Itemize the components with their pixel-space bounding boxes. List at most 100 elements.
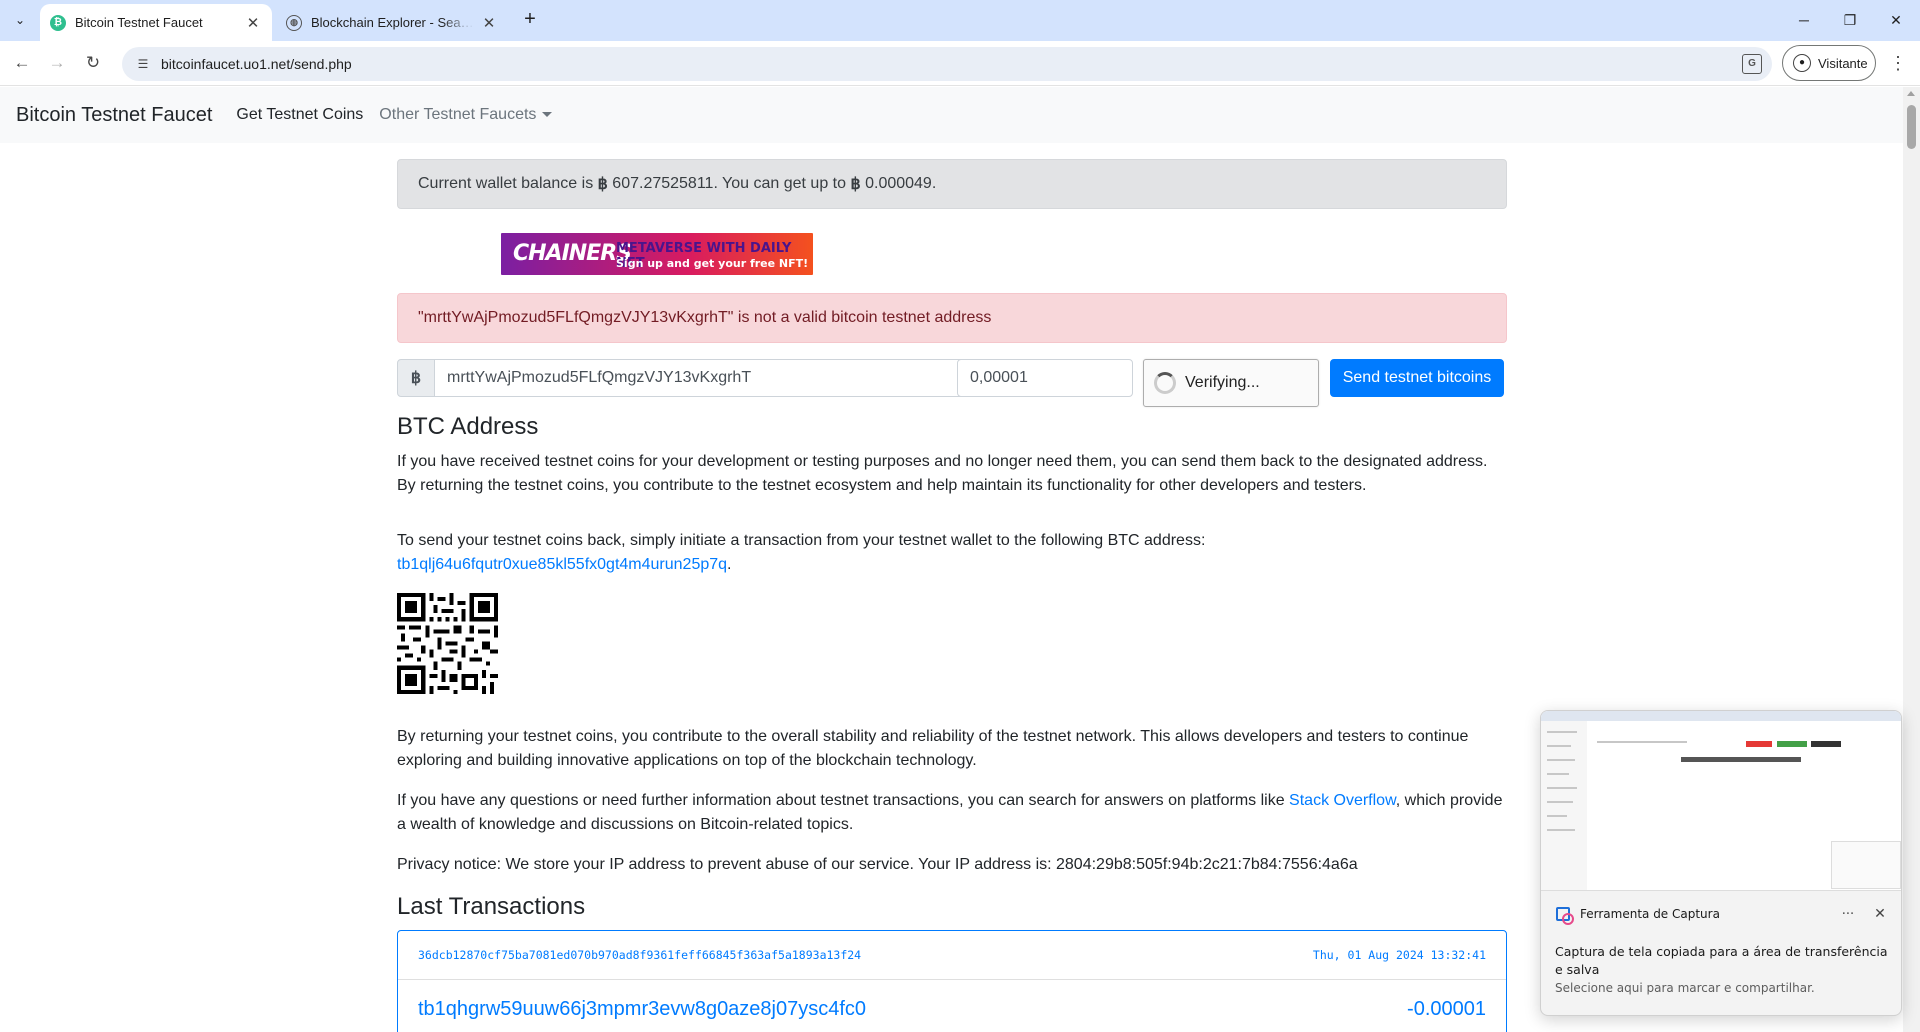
- banner-logo: CHAINERS: [513, 241, 632, 266]
- tab-title: Bitcoin Testnet Faucet: [75, 15, 203, 30]
- browser-toolbar: ← → ↻ ☰ bitcoinfaucet.uo1.net/send.php G…: [0, 41, 1920, 86]
- minimize-icon[interactable]: ─: [1790, 8, 1818, 32]
- btc-address-heading: BTC Address: [397, 413, 539, 440]
- thumbnail-line: [1547, 759, 1575, 761]
- tab-blockchain-explorer[interactable]: ◍ Blockchain Explorer - Search the ✕: [276, 4, 508, 41]
- privacy-notice: Privacy notice: We store your IP address…: [397, 855, 1358, 873]
- balance-prefix: Current wallet balance is: [418, 175, 594, 192]
- browser-tab-strip: ⌄ ₿ Bitcoin Testnet Faucet ✕ ◍ Blockchai…: [0, 0, 1920, 41]
- bitcoin-symbol-icon: ฿: [850, 176, 861, 193]
- translate-icon[interactable]: G: [1742, 54, 1762, 74]
- tab-title: Blockchain Explorer - Search the: [311, 15, 474, 30]
- avatar-icon: ●: [1793, 54, 1811, 72]
- close-tab-icon[interactable]: ✕: [480, 14, 498, 32]
- main-content: Current wallet balance is ฿ 607.27525811…: [397, 159, 1507, 1032]
- toast-header: Ferramenta de Captura ··· ✕: [1555, 903, 1889, 925]
- globe-icon: ◍: [286, 14, 302, 31]
- close-icon[interactable]: ✕: [1871, 906, 1889, 922]
- send-form: ฿ Verifying... Send testnet bitcoins: [397, 359, 1507, 407]
- thumbnail-line: [1547, 829, 1575, 831]
- balance-alert: Current wallet balance is ฿ 607.27525811…: [397, 159, 1507, 209]
- balance-suffix: .: [931, 175, 937, 192]
- thumbnail-inset: [1831, 841, 1901, 889]
- last-transactions-heading: Last Transactions: [397, 892, 586, 920]
- back-arrow-icon[interactable]: ←: [9, 50, 35, 76]
- thumbnail-green-button: [1777, 741, 1807, 747]
- ad-banner[interactable]: CHAINERS METAVERSE WITH DAILY NFT Sign u…: [501, 233, 813, 275]
- tab-bitcoin-faucet[interactable]: ₿ Bitcoin Testnet Faucet ✕: [40, 4, 272, 41]
- close-tab-icon[interactable]: ✕: [244, 14, 262, 32]
- nav-other-faucets-dropdown[interactable]: Other Testnet Faucets: [379, 106, 553, 124]
- profile-label: Visitante: [1818, 55, 1868, 71]
- transaction-amount: -0.00001: [1407, 998, 1486, 1021]
- window-close-icon[interactable]: ✕: [1882, 8, 1910, 32]
- forward-arrow-icon[interactable]: →: [44, 50, 70, 76]
- address-bar[interactable]: ☰ bitcoinfaucet.uo1.net/send.php G: [122, 47, 1772, 81]
- toast-message: Captura de tela copiada para a área de t…: [1555, 944, 1888, 977]
- tab-search-chevron-icon[interactable]: ⌄: [8, 8, 32, 32]
- return-coins-paragraph: If you have received testnet coins for y…: [397, 452, 1488, 494]
- scroll-up-arrow-icon[interactable]: [1907, 91, 1915, 96]
- amount-input[interactable]: [957, 359, 1133, 397]
- send-back-paragraph: To send your testnet coins back, simply …: [397, 529, 1507, 577]
- transaction-body: tb1qhgrw59uuw66j3mpmr3evw8g0aze8j07ysc4f…: [398, 980, 1506, 1032]
- balance-middle: . You can get up to: [713, 175, 846, 192]
- transaction-address[interactable]: tb1qhgrw59uuw66j3mpmr3evw8g0aze8j07ysc4f…: [418, 998, 866, 1021]
- return-address-link[interactable]: tb1qlj64u6fqutr0xue85kl55fx0gt4m4urun25p…: [397, 556, 727, 573]
- restore-icon[interactable]: ❐: [1836, 8, 1864, 32]
- thumbnail-line: [1547, 815, 1567, 817]
- send-back-text: To send your testnet coins back, simply …: [397, 531, 1206, 549]
- toast-subtext: Selecione aqui para marcar e compartilha…: [1555, 981, 1815, 995]
- page-scrollbar[interactable]: [1903, 87, 1920, 1032]
- thumbnail-line: [1547, 773, 1569, 775]
- site-navbar: Bitcoin Testnet Faucet Get Testnet Coins…: [0, 87, 1903, 143]
- captcha-status: Verifying...: [1185, 374, 1260, 391]
- balance-value: 607.27525811: [612, 175, 714, 192]
- transaction-card[interactable]: 36dcb12870cf75ba7081ed070b970ad8f9361fef…: [397, 929, 1507, 1032]
- more-options-icon[interactable]: ···: [1837, 907, 1859, 922]
- thumbnail-red-button: [1746, 741, 1772, 747]
- send-testnet-bitcoins-button[interactable]: Send testnet bitcoins: [1330, 359, 1504, 397]
- bitcoin-symbol-icon: ฿: [397, 359, 435, 397]
- scrollbar-thumb[interactable]: [1907, 105, 1916, 149]
- transaction-time: Thu, 01 Aug 2024 13:32:41: [1312, 947, 1486, 962]
- site-info-icon[interactable]: ☰: [134, 55, 152, 73]
- reload-icon[interactable]: ↻: [80, 50, 106, 76]
- bitcoin-symbol-icon: ฿: [597, 176, 608, 193]
- thumbnail-line: [1597, 741, 1687, 743]
- error-message: "mrttYwAjPmozud5FLfQmgzVJY13vKxgrhT" is …: [418, 309, 992, 326]
- more-menu-icon[interactable]: ⋮: [1886, 50, 1910, 76]
- thumbnail-topbar: [1541, 711, 1901, 721]
- profile-button[interactable]: ● Visitante: [1782, 45, 1876, 81]
- nav-other-faucets-label: Other Testnet Faucets: [379, 106, 537, 123]
- screenshot-thumbnail[interactable]: [1541, 711, 1901, 891]
- max-amount: 0.000049: [865, 175, 932, 192]
- error-alert: "mrttYwAjPmozud5FLfQmgzVJY13vKxgrhT" is …: [397, 293, 1507, 343]
- snipping-tool-icon: [1555, 906, 1574, 925]
- address-input[interactable]: [434, 359, 984, 397]
- stability-paragraph: By returning your testnet coins, you con…: [397, 727, 1469, 769]
- thumbnail-line: [1547, 745, 1571, 747]
- thumbnail-line: [1547, 801, 1573, 803]
- stack-overflow-link[interactable]: Stack Overflow: [1289, 792, 1396, 809]
- captcha-widget[interactable]: Verifying...: [1143, 359, 1319, 407]
- qr-code-image: [397, 592, 498, 694]
- new-tab-plus-icon[interactable]: +: [518, 8, 542, 32]
- thumbnail-dark-button: [1811, 741, 1841, 747]
- thumbnail-headline: [1681, 757, 1801, 762]
- questions-text: If you have any questions or need furthe…: [397, 791, 1285, 809]
- site-brand[interactable]: Bitcoin Testnet Faucet: [16, 104, 212, 127]
- address-suffix: .: [727, 555, 732, 573]
- thumbnail-line: [1547, 787, 1577, 789]
- url-text[interactable]: bitcoinfaucet.uo1.net/send.php: [161, 56, 352, 72]
- nav-get-testnet-coins[interactable]: Get Testnet Coins: [236, 106, 363, 124]
- transaction-id[interactable]: 36dcb12870cf75ba7081ed070b970ad8f9361fef…: [418, 948, 861, 962]
- snipping-tool-notification[interactable]: Ferramenta de Captura ··· ✕ Captura de t…: [1540, 710, 1902, 1016]
- toast-app-name: Ferramenta de Captura: [1580, 907, 1720, 921]
- questions-paragraph: If you have any questions or need furthe…: [397, 789, 1507, 837]
- banner-subline: Sign up and get your free NFT!: [616, 257, 809, 270]
- loading-spinner-icon: [1154, 372, 1176, 394]
- caret-down-icon: [542, 112, 553, 118]
- bitcoin-icon: ₿: [50, 14, 66, 31]
